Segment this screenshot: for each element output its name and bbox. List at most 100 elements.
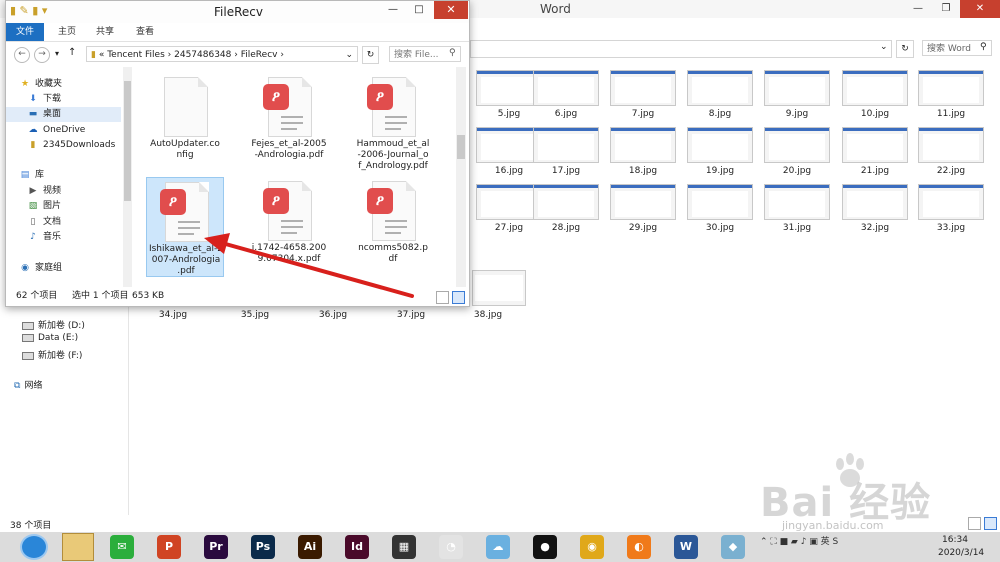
pdf-icon: ዖ (367, 84, 393, 110)
image-thumbnail[interactable] (918, 184, 984, 220)
taskbar-video-editor-icon[interactable]: ▦ (392, 535, 416, 559)
taskbar-powerpoint-icon[interactable]: P (157, 535, 181, 559)
image-thumbnail[interactable] (472, 270, 526, 306)
taskbar-indesign-icon[interactable]: Id (345, 535, 369, 559)
large-icons-view-button[interactable] (452, 291, 465, 304)
forward-button[interactable]: → (34, 47, 50, 63)
taskbar-qq-icon[interactable]: ● (533, 535, 557, 559)
nav-item-network[interactable]: ⧉ 网络 (14, 378, 42, 391)
start-button[interactable] (20, 534, 48, 560)
refresh-button[interactable]: ↻ (896, 40, 914, 58)
nav-label: 音乐 (43, 232, 62, 242)
image-thumbnail[interactable] (533, 127, 599, 163)
tab-view[interactable]: 查看 (126, 23, 164, 41)
thumbnail-view-button[interactable] (984, 517, 997, 530)
restore-button[interactable]: ❐ (932, 0, 960, 18)
file-name: Hammoud_et_al -2006-Journal_o f_Andrology.… (354, 139, 432, 172)
taskbar-word-icon[interactable]: W (674, 535, 698, 559)
nav-item-desktop[interactable]: ▬ 桌面 (6, 107, 121, 122)
image-thumbnail[interactable] (610, 184, 676, 220)
back-button[interactable]: ← (14, 47, 30, 63)
taskbar-chrome-icon[interactable]: ◉ (580, 535, 604, 559)
chevron-down-icon[interactable]: ⌄ (880, 42, 888, 52)
system-tray[interactable]: ⌃ ⛶ ■ ▰ ♪ ▣ 英 S (760, 534, 838, 547)
pdf-file-item[interactable]: ዖ Hammoud_et_al -2006-Journal_o f_Andrology… (354, 73, 432, 173)
file-name-line: 9.07304.x.pdf (257, 254, 321, 264)
nav-item-documents[interactable]: ▯ 文档 (6, 215, 121, 230)
nav-item-favorites[interactable]: ★ 收藏夹 (6, 77, 121, 92)
image-thumbnail[interactable] (842, 70, 908, 106)
nav-item-libraries[interactable]: ▤ 库 (6, 168, 121, 183)
address-bar[interactable]: ▮ « Tencent Files › 2457486348 › FileRec… (86, 46, 358, 62)
file-icon: ዖ (367, 77, 416, 137)
tab-share[interactable]: 共享 (86, 23, 124, 41)
breadcrumb-separator: › (167, 50, 172, 60)
taskbar-photoshop-icon[interactable]: Ps (251, 535, 275, 559)
drive-d[interactable]: 新加卷 (D:) (22, 318, 85, 331)
file-name-line: -2006-Journal_o (357, 150, 429, 160)
image-thumbnail[interactable] (764, 184, 830, 220)
nav-item-onedrive[interactable]: ☁ OneDrive (6, 123, 121, 138)
nav-label: 图片 (43, 201, 62, 211)
details-view-button[interactable] (968, 517, 981, 530)
drive-e[interactable]: Data (E:) (22, 333, 78, 343)
breadcrumb-filerecv[interactable]: FileRecv (241, 50, 278, 60)
drive-f[interactable]: 新加卷 (F:) (22, 348, 82, 361)
close-button[interactable]: ✕ (434, 1, 468, 19)
taskbar-cloud-app-icon[interactable]: ☁ (486, 535, 510, 559)
taskbar-illustrator-icon[interactable]: Ai (298, 535, 322, 559)
image-thumbnail[interactable] (764, 70, 830, 106)
pdf-file-item[interactable]: ዖ Ishikawa_et_al-2 007-Andrologia .pdf (146, 177, 224, 277)
nav-item-homegroup[interactable]: ◉ 家庭组 (6, 261, 121, 276)
image-thumbnail[interactable] (842, 184, 908, 220)
file-list-scrollbar-thumb[interactable] (457, 135, 465, 159)
image-thumbnail[interactable] (610, 127, 676, 163)
refresh-button[interactable]: ↻ (362, 46, 379, 64)
taskbar-photo-app-icon[interactable]: ◔ (439, 535, 463, 559)
nav-item-2345downloads[interactable]: ▮ 2345Downloads (6, 138, 121, 153)
file-item[interactable]: AutoUpdater.co nfig (146, 73, 224, 173)
image-thumbnail[interactable] (533, 70, 599, 106)
image-thumbnail[interactable] (610, 70, 676, 106)
taskbar-browser-orange-icon[interactable]: ◐ (627, 535, 651, 559)
image-thumbnail[interactable] (918, 70, 984, 106)
taskbar-file-explorer[interactable] (62, 533, 94, 561)
chevron-down-icon[interactable]: ⌄ (345, 47, 353, 63)
image-thumbnail[interactable] (687, 127, 753, 163)
minimize-button[interactable]: — (380, 1, 406, 19)
tab-home[interactable]: 主页 (48, 23, 86, 41)
nav-item-music[interactable]: ♪ 音乐 (6, 230, 121, 245)
pdf-file-item[interactable]: ዖ Fejes_et_al-2005 -Andrologia.pdf (250, 73, 328, 173)
close-button[interactable]: ✕ (960, 0, 1000, 18)
nav-item-videos[interactable]: ▶ 视频 (6, 184, 121, 199)
image-thumbnail[interactable] (842, 127, 908, 163)
nav-pane-scrollbar-thumb[interactable] (124, 81, 131, 201)
background-address-bar[interactable] (470, 40, 892, 58)
image-thumbnail[interactable] (687, 184, 753, 220)
tab-file[interactable]: 文件 (6, 23, 45, 41)
file-list-scrollbar[interactable] (456, 67, 466, 287)
image-thumbnail[interactable] (687, 70, 753, 106)
quick-access-toolbar[interactable]: ▮ ✎ ▮ ▾ (10, 4, 47, 17)
nav-item-downloads[interactable]: ⬇ 下载 (6, 92, 121, 107)
taskbar-wechat-icon[interactable]: ✉ (110, 535, 134, 559)
taskbar-generic-app-icon[interactable]: ◆ (721, 535, 745, 559)
details-view-button[interactable] (436, 291, 449, 304)
breadcrumb-tencent-files[interactable]: Tencent Files (107, 50, 165, 60)
minimize-button[interactable]: — (904, 0, 932, 18)
maximize-button[interactable]: □ (406, 1, 432, 19)
recent-locations-button[interactable]: ▾ (55, 49, 59, 58)
file-icon: ዖ (367, 181, 416, 241)
image-thumbnail[interactable] (918, 127, 984, 163)
up-button[interactable]: ↑ (68, 47, 76, 58)
clock-time[interactable]: 16:34 (942, 535, 968, 545)
pdf-file-item[interactable]: ዖ j.1742-4658.200 9.07304.x.pdf (250, 177, 328, 277)
image-thumbnail[interactable] (764, 127, 830, 163)
path-prefix: « (98, 50, 105, 60)
pdf-file-item[interactable]: ዖ ncomms5082.p df (354, 177, 432, 277)
clock-date[interactable]: 2020/3/14 (938, 548, 984, 558)
taskbar-premiere-icon[interactable]: Pr (204, 535, 228, 559)
nav-item-pictures[interactable]: ▧ 图片 (6, 199, 121, 214)
image-thumbnail[interactable] (533, 184, 599, 220)
breadcrumb-account[interactable]: 2457486348 (174, 50, 231, 60)
